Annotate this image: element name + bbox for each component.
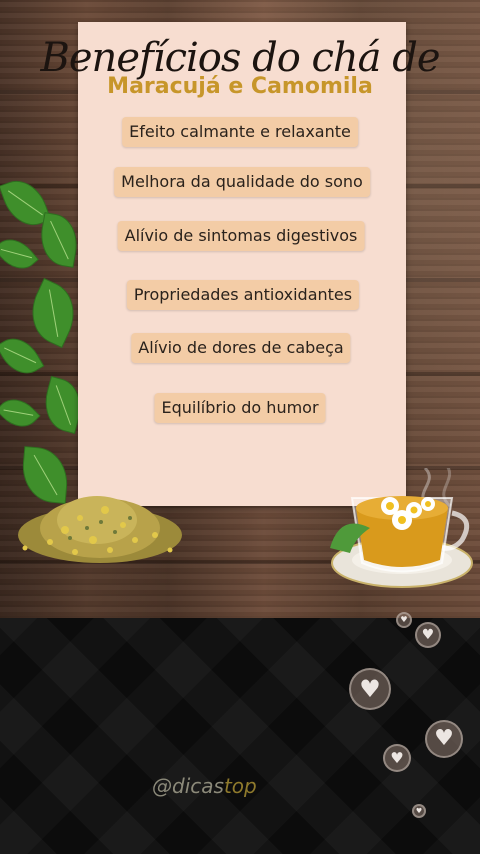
benefit-item: Efeito calmante e relaxante <box>122 117 358 147</box>
heart-icon: ♥ <box>425 720 463 758</box>
heart-icon: ♥ <box>412 804 426 818</box>
benefit-item: Equilíbrio do humor <box>154 393 326 423</box>
heart-icon: ♥ <box>415 622 441 648</box>
benefit-item: Melhora da qualidade do sono <box>114 167 370 197</box>
benefit-item: Propriedades antioxidantes <box>126 280 360 310</box>
dried-chamomile-pile <box>5 480 185 570</box>
heart-icon: ♥ <box>396 612 412 628</box>
tea-cup-image <box>330 462 480 593</box>
title-line-2: Maracujá e Camomila <box>107 74 373 99</box>
watermark-handle: @dicastop <box>152 774 257 798</box>
heart-icon: ♥ <box>383 744 411 772</box>
benefit-item: Alívio de sintomas digestivos <box>117 221 365 251</box>
benefit-item: Alívio de dores de cabeça <box>131 333 351 363</box>
heart-icon: ♥ <box>349 668 391 710</box>
dark-lower-area <box>0 618 480 854</box>
